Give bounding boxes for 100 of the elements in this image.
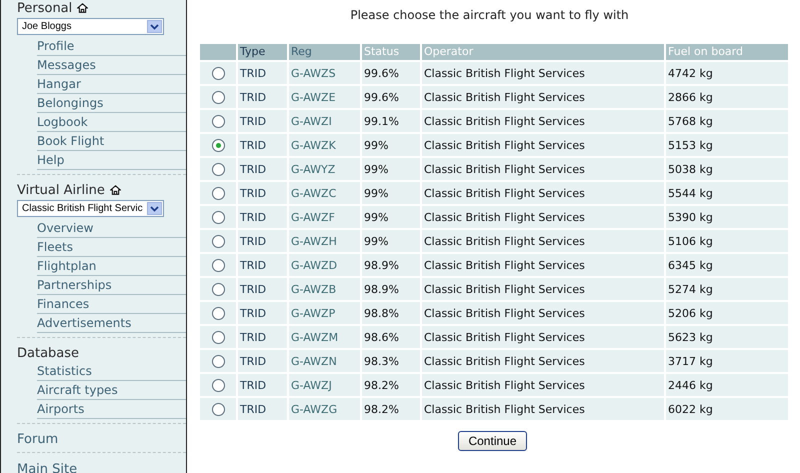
section-title: Personal xyxy=(17,0,72,16)
operator-cell: Classic British Flight Services xyxy=(422,254,664,276)
column-header: Status xyxy=(362,44,420,60)
fuel-cell: 5274 kg xyxy=(666,278,788,300)
reg-cell: G-AWZS xyxy=(289,62,360,84)
header-cell xyxy=(200,44,236,60)
fuel-cell: 4742 kg xyxy=(666,62,788,84)
operator-cell: Classic British Flight Services xyxy=(422,230,664,252)
sidebar-link[interactable]: Finances xyxy=(37,297,90,311)
column-header: Type xyxy=(238,44,287,60)
sidebar-link[interactable]: Overview xyxy=(37,221,94,235)
sidebar-link[interactable]: Advertisements xyxy=(37,316,132,330)
page-heading: Please choose the aircraft you want to fly with xyxy=(349,8,630,24)
type-cell: TRID xyxy=(238,278,287,300)
type-cell: TRID xyxy=(238,134,287,156)
type-cell: TRID xyxy=(238,158,287,180)
fuel-cell: 6022 kg xyxy=(666,398,788,420)
fuel-cell: 5153 kg xyxy=(666,134,788,156)
home-icon[interactable] xyxy=(110,185,121,195)
radio-button[interactable] xyxy=(212,378,224,392)
sidebar-link[interactable]: Logbook xyxy=(37,115,88,129)
radio-button[interactable] xyxy=(212,90,224,104)
section-title[interactable]: Forum xyxy=(17,432,58,446)
operator-cell: Classic British Flight Services xyxy=(422,398,664,420)
reg-cell: G-AWZF xyxy=(289,206,360,228)
radio-button[interactable] xyxy=(212,234,224,248)
status-cell: 99% xyxy=(362,158,420,180)
radio-button[interactable] xyxy=(212,66,224,80)
reg-cell: G-AWZI xyxy=(289,110,360,132)
radio-button[interactable] xyxy=(212,186,224,200)
sidebar-link[interactable]: Airports xyxy=(37,402,84,416)
reg-cell: G-AWZB xyxy=(289,278,360,300)
radio-button[interactable] xyxy=(212,354,224,368)
dropdown-field[interactable]: Joe Bloggs xyxy=(17,18,164,35)
operator-cell: Classic British Flight Services xyxy=(422,374,664,396)
sidebar-link[interactable]: Hangar xyxy=(37,77,81,91)
sidebar-link[interactable]: Aircraft types xyxy=(37,383,118,397)
radio-button[interactable] xyxy=(212,258,224,272)
sidebar-link[interactable]: Flightplan xyxy=(37,259,96,273)
dropdown-field[interactable]: Classic British Flight Servic xyxy=(17,200,164,217)
status-cell: 98.2% xyxy=(362,374,420,396)
status-cell: 99% xyxy=(362,230,420,252)
sidebar-link[interactable]: Profile xyxy=(37,39,74,53)
sidebar-link[interactable]: Fleets xyxy=(37,240,73,254)
operator-cell: Classic British Flight Services xyxy=(422,62,664,84)
status-cell: 98.3% xyxy=(362,350,420,372)
status-cell: 99% xyxy=(362,182,420,204)
sidebar-link[interactable]: Statistics xyxy=(37,364,92,378)
type-cell: TRID xyxy=(238,254,287,276)
type-cell: TRID xyxy=(238,62,287,84)
type-cell: TRID xyxy=(238,398,287,420)
operator-cell: Classic British Flight Services xyxy=(422,302,664,324)
radio-button[interactable] xyxy=(212,330,224,344)
sidebar-link[interactable]: Belongings xyxy=(37,96,104,110)
sidebar-link[interactable]: Help xyxy=(37,153,64,167)
home-icon[interactable] xyxy=(77,3,88,13)
fuel-cell: 5206 kg xyxy=(666,302,788,324)
column-header: Reg xyxy=(289,44,360,60)
sidebar-link[interactable]: Partnerships xyxy=(37,278,112,292)
operator-cell: Classic British Flight Services xyxy=(422,134,664,156)
section-title[interactable]: Main Site xyxy=(17,462,78,473)
type-cell: TRID xyxy=(238,302,287,324)
radio-button[interactable] xyxy=(212,114,224,128)
radio-button[interactable] xyxy=(212,402,224,416)
reg-cell: G-AWZD xyxy=(289,254,360,276)
reg-cell: G-AWZE xyxy=(289,86,360,108)
column-header: Fuel on board xyxy=(666,44,788,60)
reg-cell: G-AWZN xyxy=(289,350,360,372)
column-header: Operator xyxy=(422,44,664,60)
radio-button[interactable] xyxy=(212,210,224,224)
status-cell: 99.1% xyxy=(362,110,420,132)
reg-cell: G-AWYZ xyxy=(289,158,360,180)
radio-button[interactable] xyxy=(212,306,224,320)
status-cell: 98.9% xyxy=(362,278,420,300)
type-cell: TRID xyxy=(238,326,287,348)
reg-cell: G-AWZJ xyxy=(289,374,360,396)
status-cell: 98.6% xyxy=(362,326,420,348)
radio-button[interactable] xyxy=(212,282,224,296)
fuel-cell: 5038 kg xyxy=(666,158,788,180)
fuel-cell: 5106 kg xyxy=(666,230,788,252)
fuel-cell: 5544 kg xyxy=(666,182,788,204)
operator-cell: Classic British Flight Services xyxy=(422,206,664,228)
reg-cell: G-AWZH xyxy=(289,230,360,252)
fuel-cell: 2446 kg xyxy=(666,374,788,396)
type-cell: TRID xyxy=(238,182,287,204)
type-cell: TRID xyxy=(238,206,287,228)
operator-cell: Classic British Flight Services xyxy=(422,158,664,180)
sidebar-link[interactable]: Messages xyxy=(37,58,96,72)
reg-cell: G-AWZP xyxy=(289,302,360,324)
reg-cell: G-AWZG xyxy=(289,398,360,420)
reg-cell: G-AWZK xyxy=(289,134,360,156)
continue-button[interactable]: Continue xyxy=(458,431,527,451)
status-cell: 98.8% xyxy=(362,302,420,324)
fuel-cell: 6345 kg xyxy=(666,254,788,276)
status-cell: 99% xyxy=(362,134,420,156)
fuel-cell: 2866 kg xyxy=(666,86,788,108)
sidebar-link[interactable]: Book Flight xyxy=(37,134,104,148)
type-cell: TRID xyxy=(238,110,287,132)
radio-button[interactable] xyxy=(212,138,224,152)
radio-button[interactable] xyxy=(212,162,224,176)
